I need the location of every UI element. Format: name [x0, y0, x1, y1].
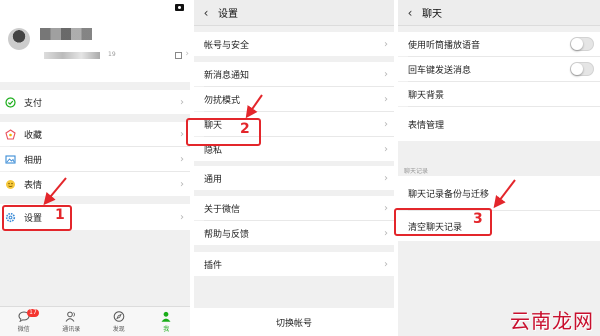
highlight-chat: [186, 118, 261, 146]
menu-item-album[interactable]: 相册 ›: [0, 147, 190, 171]
toggle-label: 回车键发送消息: [408, 65, 472, 76]
back-arrow-icon[interactable]: ‹: [198, 6, 214, 20]
switch-account-label: 切换帐号: [275, 318, 312, 329]
tab-label: 微信: [17, 325, 30, 333]
chat-item-background[interactable]: 聊天背景: [398, 82, 600, 106]
unread-badge: 17: [27, 309, 39, 317]
chevron-right-icon: ›: [384, 118, 388, 130]
chat-item-label: 表情管理: [408, 120, 445, 131]
settings-item-do-not-disturb[interactable]: 勿扰模式 ›: [194, 87, 394, 111]
chevron-right-icon: ›: [384, 143, 388, 155]
toggle-label: 使用听筒播放语音: [408, 40, 481, 51]
chevron-right-icon: ›: [384, 172, 388, 184]
pay-icon: [4, 96, 16, 108]
settings-item-label: 帐号与安全: [204, 40, 250, 51]
watermark: 云南龙网: [510, 309, 594, 333]
section-label-chat-history: 聊天记录: [404, 168, 429, 175]
profile-name-blurred: [40, 28, 92, 40]
settings-item-label: 新消息通知: [204, 70, 250, 81]
chevron-right-icon: ›: [180, 153, 184, 165]
tab-me[interactable]: 我: [143, 307, 191, 336]
tab-label: 通讯录: [62, 325, 81, 333]
earpiece-switch[interactable]: [570, 37, 594, 51]
tab-label: 发现: [112, 325, 125, 333]
me-icon: [160, 311, 172, 322]
chat-header: ‹ 聊天: [398, 0, 600, 26]
album-icon: [4, 153, 16, 165]
chat-item-sticker-management[interactable]: 表情管理: [398, 107, 600, 141]
chat-item-label: 聊天背景: [408, 90, 445, 101]
chevron-right-icon: ›: [180, 211, 184, 223]
tab-chats[interactable]: 17 微信: [0, 307, 48, 336]
chevron-right-icon: ›: [384, 202, 388, 214]
chat-item-backup-migrate[interactable]: 聊天记录备份与迁移: [398, 176, 600, 210]
chat-item-label: 聊天记录备份与迁移: [408, 189, 490, 200]
menu-item-stickers[interactable]: 表情 ›: [0, 172, 190, 196]
tab-label: 我: [163, 325, 170, 333]
chevron-right-icon: ›: [384, 68, 388, 80]
settings-panel: ‹ 设置 帐号与安全 › 新消息通知 › 勿扰模式 › 聊天 › 隐私 › 通用…: [194, 0, 394, 336]
chevron-right-icon: ›: [180, 128, 184, 140]
sticker-icon: [4, 178, 16, 190]
back-arrow-icon[interactable]: ‹: [402, 6, 418, 20]
menu-item-label: 表情: [24, 180, 43, 191]
tab-contacts[interactable]: 通讯录: [48, 307, 96, 336]
page-title: 设置: [218, 9, 238, 20]
tab-discover[interactable]: 发现: [95, 307, 143, 336]
settings-item-label: 插件: [204, 260, 223, 271]
settings-header: ‹ 设置: [194, 0, 394, 26]
qr-code-icon[interactable]: [175, 52, 182, 59]
step-number-3: 3: [473, 211, 483, 227]
settings-item-general[interactable]: 通用 ›: [194, 166, 394, 190]
menu-item-label: 支付: [24, 98, 43, 109]
chevron-right-icon: ›: [185, 49, 189, 59]
screenshot-collage: 19 › 支付 › 收藏 › 相册 › 表情 › 设置 › 17 微信 通讯录 …: [0, 0, 600, 336]
step-number-1: 1: [55, 207, 65, 223]
chevron-right-icon: ›: [384, 93, 388, 105]
chevron-right-icon: ›: [384, 227, 388, 239]
favorites-icon: [4, 128, 16, 140]
settings-item-account-security[interactable]: 帐号与安全 ›: [194, 32, 394, 56]
settings-item-label: 帮助与反馈: [204, 229, 250, 240]
camera-icon[interactable]: [175, 4, 184, 11]
profile-id-fragment: 19: [108, 51, 116, 58]
enter-send-switch[interactable]: [570, 62, 594, 76]
chat-settings-panel: ‹ 聊天 使用听筒播放语音 回车键发送消息 聊天背景 表情管理 聊天记录 聊天记…: [398, 0, 600, 336]
toggle-enter-to-send: 回车键发送消息: [398, 57, 600, 81]
switch-account-button[interactable]: 切换帐号: [194, 308, 394, 336]
menu-item-label: 相册: [24, 155, 43, 166]
menu-item-favorites[interactable]: 收藏 ›: [0, 122, 190, 146]
avatar[interactable]: [8, 28, 30, 50]
settings-item-help-feedback[interactable]: 帮助与反馈 ›: [194, 221, 394, 245]
settings-item-label: 关于微信: [204, 204, 241, 215]
contacts-icon: [65, 311, 77, 322]
menu-item-pay[interactable]: 支付 ›: [0, 90, 190, 114]
profile-card[interactable]: 19 ›: [0, 0, 190, 82]
profile-id-blurred: [44, 52, 100, 59]
me-panel: 19 › 支付 › 收藏 › 相册 › 表情 › 设置 › 17 微信 通讯录 …: [0, 0, 190, 336]
settings-item-about[interactable]: 关于微信 ›: [194, 196, 394, 220]
settings-item-label: 勿扰模式: [204, 95, 241, 106]
bottom-tab-bar: 17 微信 通讯录 发现 我: [0, 306, 190, 336]
settings-item-label: 通用: [204, 174, 223, 185]
chevron-right-icon: ›: [384, 38, 388, 50]
step-number-2: 2: [240, 121, 250, 137]
menu-item-label: 收藏: [24, 130, 43, 141]
page-title: 聊天: [422, 9, 442, 20]
discover-icon: [113, 310, 125, 322]
settings-item-plugins[interactable]: 插件 ›: [194, 252, 394, 276]
toggle-earpiece-playback: 使用听筒播放语音: [398, 32, 600, 56]
chevron-right-icon: ›: [180, 96, 184, 108]
chevron-right-icon: ›: [180, 178, 184, 190]
chevron-right-icon: ›: [384, 258, 388, 270]
settings-item-notifications[interactable]: 新消息通知 ›: [194, 62, 394, 86]
